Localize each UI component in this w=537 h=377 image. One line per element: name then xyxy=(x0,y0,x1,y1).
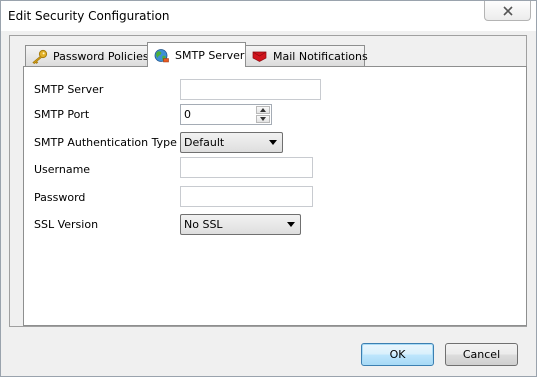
smtp-server-input[interactable] xyxy=(180,79,321,100)
key-icon xyxy=(31,49,48,64)
smtp-port-stepper[interactable]: 0 xyxy=(180,104,272,125)
tab-smtp-server[interactable]: SMTP Server xyxy=(147,42,246,67)
tab-password-policies[interactable]: Password Policies xyxy=(25,45,149,66)
window-title: Edit Security Configuration xyxy=(8,9,170,23)
auth-type-dropdown[interactable]: Default xyxy=(180,132,283,153)
smtp-port-value[interactable]: 0 xyxy=(184,108,191,121)
tab-mail-notifications-label: Mail Notifications xyxy=(273,49,368,63)
ssl-version-dropdown[interactable]: No SSL xyxy=(180,214,301,235)
close-icon xyxy=(502,5,513,16)
title-bar: Edit Security Configuration xyxy=(1,1,536,31)
password-input[interactable] xyxy=(180,186,313,207)
ok-button[interactable]: OK xyxy=(361,343,434,366)
globe-icon xyxy=(153,48,170,63)
spin-up-button[interactable] xyxy=(256,106,270,114)
smtp-server-panel: SMTP Server SMTP Port 0 SMTP Authenticat… xyxy=(23,66,527,326)
dialog-content: Password Policies SMTP Server Mail Notif… xyxy=(9,31,528,371)
dropdown-arrow-icon xyxy=(269,140,277,145)
password-label: Password xyxy=(34,191,86,204)
username-input[interactable] xyxy=(180,157,313,178)
dropdown-arrow-icon xyxy=(287,222,295,227)
dialog-window: Edit Security Configuration Password Pol… xyxy=(0,0,537,377)
close-button[interactable] xyxy=(484,1,531,21)
smtp-server-label: SMTP Server xyxy=(34,83,104,96)
ssl-version-label: SSL Version xyxy=(34,218,99,231)
tab-password-policies-label: Password Policies xyxy=(53,49,149,63)
auth-type-label: SMTP Authentication Type xyxy=(34,136,177,149)
tab-smtp-server-label: SMTP Server xyxy=(175,48,245,62)
cancel-button[interactable]: Cancel xyxy=(445,343,518,366)
ssl-version-selected: No SSL xyxy=(184,218,223,231)
tab-mail-notifications[interactable]: Mail Notifications xyxy=(245,45,368,66)
spin-down-button[interactable] xyxy=(256,115,270,123)
smtp-port-label: SMTP Port xyxy=(34,108,90,121)
auth-type-selected: Default xyxy=(184,136,225,149)
arrow-up-icon xyxy=(260,108,266,112)
arrow-down-icon xyxy=(260,117,266,121)
flag-icon xyxy=(251,49,268,64)
username-label: Username xyxy=(34,163,91,176)
